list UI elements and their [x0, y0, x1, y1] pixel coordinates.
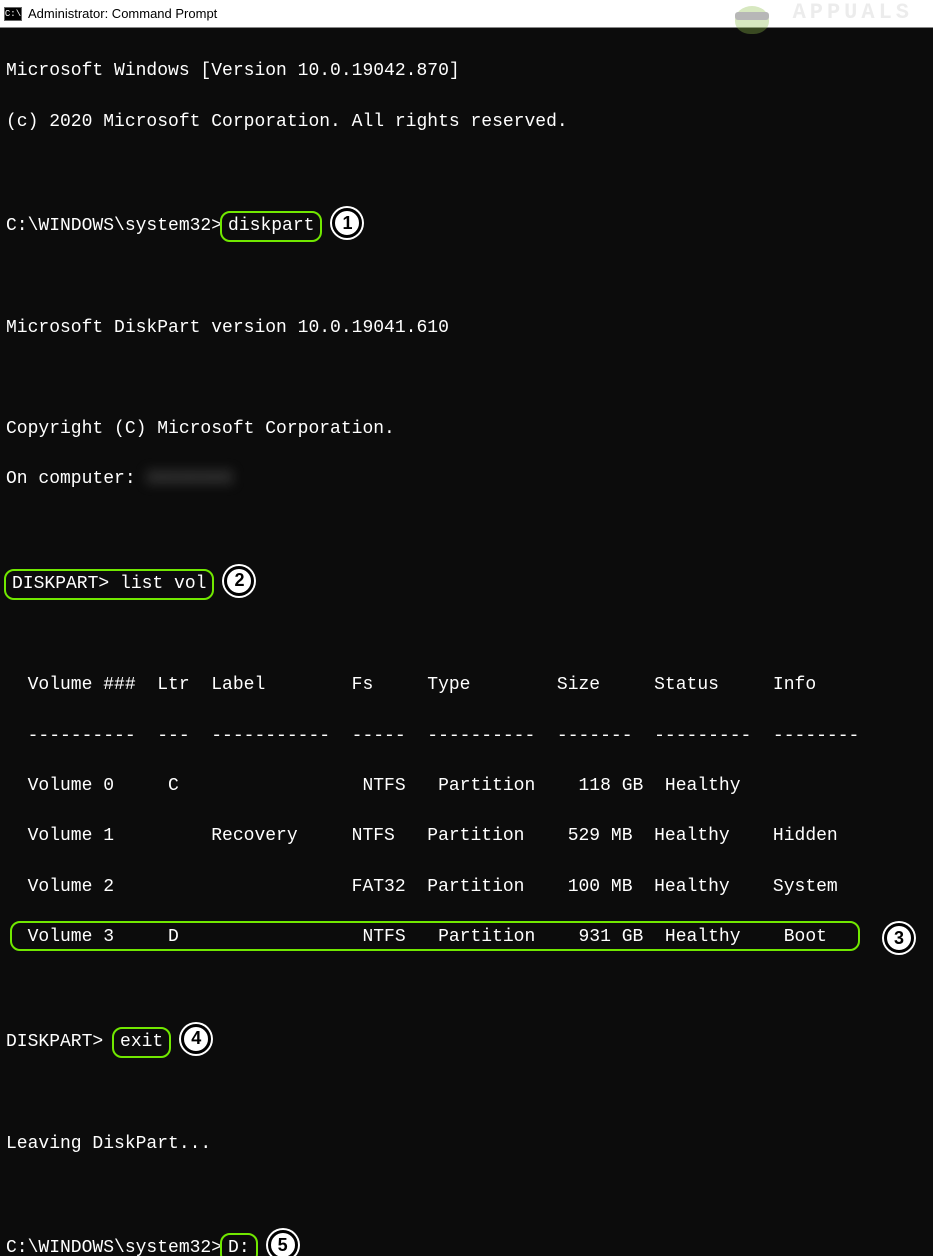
table-header: Volume ### Ltr Label Fs Type Size Status…	[6, 673, 927, 698]
title-text: Administrator: Command Prompt	[28, 6, 217, 21]
annotation-circle-1: 1	[332, 208, 362, 238]
annotation-circle-3: 3	[884, 923, 914, 953]
table-divider: ---------- --- ----------- ----- -------…	[6, 724, 927, 749]
table-row: Volume 1 Recovery NTFS Partition 529 MB …	[6, 824, 927, 849]
highlighted-command: diskpart	[220, 211, 322, 242]
output-line: Copyright (C) Microsoft Corporation.	[6, 417, 927, 442]
output-line: On computer:	[6, 469, 146, 489]
prompt: C:\WINDOWS\system32>	[6, 1238, 222, 1256]
annotation-circle-2: 2	[224, 566, 254, 596]
prompt: C:\WINDOWS\system32>	[6, 216, 222, 236]
table-row: Volume 0 C NTFS Partition 118 GB Healthy	[6, 774, 927, 799]
output-line: Leaving DiskPart...	[6, 1132, 927, 1157]
prompt: DISKPART>	[6, 1032, 114, 1052]
highlighted-command: DISKPART> list vol	[4, 569, 214, 600]
cmd-icon: C:\	[4, 7, 22, 21]
obscured-text: XXXXXXXX	[146, 469, 232, 489]
annotation-circle-5: 5	[268, 1230, 298, 1256]
terminal-output[interactable]: Microsoft Windows [Version 10.0.19042.87…	[0, 28, 933, 1256]
annotation-circle-4: 4	[181, 1024, 211, 1054]
highlighted-command: exit	[112, 1027, 171, 1058]
table-row: Volume 3 D NTFS Partition 931 GB Healthy…	[6, 925, 927, 950]
table-row: Volume 2 FAT32 Partition 100 MB Healthy …	[6, 875, 927, 900]
title-bar: C:\ Administrator: Command Prompt	[0, 0, 933, 28]
output-line: Microsoft DiskPart version 10.0.19041.61…	[6, 316, 927, 341]
output-line: (c) 2020 Microsoft Corporation. All righ…	[6, 110, 927, 135]
output-line: Microsoft Windows [Version 10.0.19042.87…	[6, 59, 927, 84]
highlighted-command: D:	[220, 1233, 258, 1256]
